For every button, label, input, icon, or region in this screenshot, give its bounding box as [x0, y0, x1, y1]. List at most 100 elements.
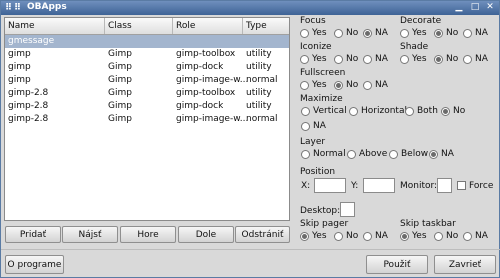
- column-header-role[interactable]: Role: [173, 18, 243, 34]
- skip-taskbar-na-radio[interactable]: [463, 232, 472, 241]
- skip-taskbar-yes-radio[interactable]: [400, 232, 409, 241]
- fullscreen-yes-radio[interactable]: [300, 81, 309, 90]
- cell-type: utility: [246, 88, 272, 98]
- about-button[interactable]: O programe: [5, 255, 64, 274]
- maximize-icon[interactable]: □: [469, 2, 481, 13]
- maximize-horizontal-radio[interactable]: [349, 107, 358, 116]
- footer-divider: [1, 249, 500, 250]
- position-force-label: Force: [469, 181, 494, 191]
- window-title: OBApps: [27, 2, 67, 12]
- skip-pager-na-radio[interactable]: [363, 232, 372, 241]
- decorate-na-radio[interactable]: [463, 29, 472, 38]
- decorate-na-label: NA: [475, 28, 488, 38]
- maximize-no-label: No: [453, 106, 466, 116]
- focus-label: Focus: [300, 16, 326, 26]
- position-monitor-input[interactable]: [437, 178, 452, 193]
- cell-name: gimp-2.8: [8, 88, 49, 98]
- grid-icon[interactable]: ⠿: [5, 2, 12, 14]
- skip-taskbar-na-label: NA: [475, 231, 488, 241]
- maximize-both-label: Both: [417, 106, 438, 116]
- cell-name: gimp: [8, 62, 31, 72]
- desktop-input[interactable]: [340, 202, 355, 217]
- apps-table[interactable]: Name Class Role Type gmessage gimp Gimp …: [4, 17, 290, 221]
- skip-pager-yes-radio[interactable]: [300, 232, 309, 241]
- iconize-no-label: No: [346, 54, 359, 64]
- cell-class: Gimp: [108, 49, 132, 59]
- cell-class: Gimp: [108, 114, 132, 124]
- decorate-no-label: No: [446, 28, 459, 38]
- column-header-class[interactable]: Class: [105, 18, 173, 34]
- shade-no-radio[interactable]: [434, 55, 443, 64]
- maximize-no-radio[interactable]: [441, 107, 450, 116]
- close-icon[interactable]: ✕: [484, 2, 496, 13]
- position-monitor-label: Monitor:: [400, 181, 438, 191]
- cell-class: Gimp: [108, 88, 132, 98]
- skip-taskbar-no-radio[interactable]: [434, 232, 443, 241]
- iconize-na-radio[interactable]: [363, 55, 372, 64]
- position-force-checkbox[interactable]: [457, 181, 466, 190]
- layer-na-radio[interactable]: [429, 150, 438, 159]
- cell-type: utility: [246, 62, 272, 72]
- position-y-input[interactable]: [363, 178, 395, 193]
- shade-yes-radio[interactable]: [400, 55, 409, 64]
- remove-button[interactable]: Odstrániť: [235, 226, 290, 243]
- shade-na-radio[interactable]: [463, 55, 472, 64]
- cell-role: gimp-dock: [176, 101, 224, 111]
- skip-pager-no-label: No: [346, 231, 359, 241]
- cell-role: gimp-image-w...: [176, 114, 249, 124]
- column-header-name[interactable]: Name: [5, 18, 105, 34]
- fullscreen-no-radio[interactable]: [334, 81, 343, 90]
- table-row[interactable]: gimp Gimp gimp-image-w... normal: [5, 74, 289, 87]
- obapps-window: ⠿ ⠿ OBApps ▁ □ ✕ Name Class Role Type gm…: [0, 0, 500, 278]
- position-x-input[interactable]: [314, 178, 346, 193]
- shade-label: Shade: [400, 42, 429, 52]
- maximize-both-radio[interactable]: [405, 107, 414, 116]
- focus-na-radio[interactable]: [363, 29, 372, 38]
- skip-pager-label: Skip pager: [300, 219, 349, 229]
- decorate-yes-label: Yes: [412, 28, 427, 38]
- table-row[interactable]: gimp-2.8 Gimp gimp-toolbox utility: [5, 87, 289, 100]
- column-header-type[interactable]: Type: [243, 18, 289, 34]
- maximize-na-label: NA: [313, 121, 326, 131]
- layer-normal-label: Normal: [313, 149, 346, 159]
- skip-taskbar-no-label: No: [446, 231, 459, 241]
- decorate-yes-radio[interactable]: [400, 29, 409, 38]
- title-bar[interactable]: ⠿ ⠿ OBApps ▁ □ ✕: [1, 1, 499, 15]
- fullscreen-na-radio[interactable]: [363, 81, 372, 90]
- layer-normal-radio[interactable]: [301, 150, 310, 159]
- table-row[interactable]: gimp Gimp gimp-toolbox utility: [5, 48, 289, 61]
- layer-below-radio[interactable]: [389, 150, 398, 159]
- focus-na-label: NA: [375, 28, 388, 38]
- cell-type: utility: [246, 101, 272, 111]
- desktop-label: Desktop:: [300, 206, 341, 216]
- layer-above-radio[interactable]: [347, 150, 356, 159]
- table-row[interactable]: gimp-2.8 Gimp gimp-image-w... normal: [5, 113, 289, 126]
- focus-yes-radio[interactable]: [300, 29, 309, 38]
- layer-na-label: NA: [441, 149, 454, 159]
- menu-dots-icon[interactable]: ⠿: [14, 2, 21, 14]
- position-x-label: X:: [301, 181, 311, 191]
- iconize-yes-radio[interactable]: [300, 55, 309, 64]
- minimize-icon[interactable]: ▁: [453, 2, 465, 13]
- add-button[interactable]: Pridať: [5, 226, 61, 243]
- table-row[interactable]: gimp Gimp gimp-dock utility: [5, 61, 289, 74]
- focus-no-radio[interactable]: [334, 29, 343, 38]
- up-button[interactable]: Hore: [120, 226, 176, 243]
- table-row[interactable]: gmessage: [5, 35, 289, 48]
- cell-name: gimp: [8, 75, 31, 85]
- maximize-na-radio[interactable]: [301, 122, 310, 131]
- iconize-yes-label: Yes: [312, 54, 327, 64]
- close-button[interactable]: Zavrieť: [434, 255, 496, 274]
- cell-type: normal: [246, 75, 278, 85]
- skip-pager-no-radio[interactable]: [334, 232, 343, 241]
- decorate-no-radio[interactable]: [434, 29, 443, 38]
- cell-role: gimp-toolbox: [176, 88, 236, 98]
- layer-above-label: Above: [359, 149, 388, 159]
- iconize-no-radio[interactable]: [334, 55, 343, 64]
- apply-button[interactable]: Použiť: [366, 255, 428, 274]
- shade-no-label: No: [446, 54, 459, 64]
- maximize-vertical-radio[interactable]: [301, 107, 310, 116]
- table-row[interactable]: gimp-2.8 Gimp gimp-dock utility: [5, 100, 289, 113]
- find-button[interactable]: Nájsť: [62, 226, 118, 243]
- down-button[interactable]: Dole: [178, 226, 234, 243]
